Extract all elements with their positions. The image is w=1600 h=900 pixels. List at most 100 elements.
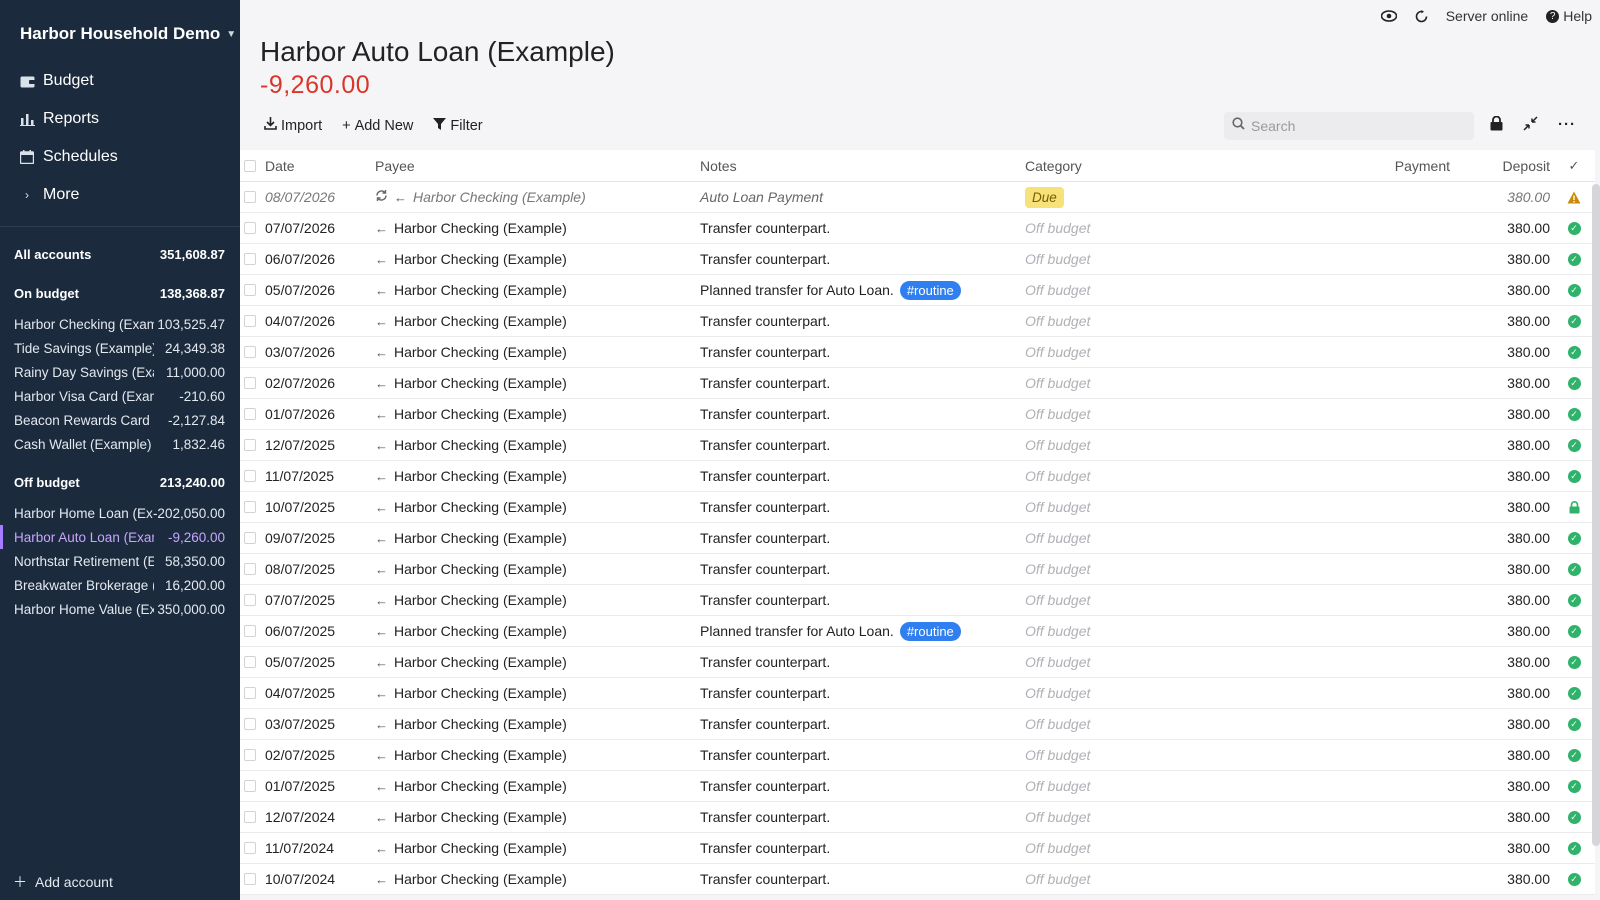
- notes-cell[interactable]: Transfer counterpart.: [700, 313, 830, 329]
- lock-icon[interactable]: [1490, 115, 1503, 135]
- category-cell[interactable]: Off budget: [1025, 282, 1090, 298]
- help-button[interactable]: ? Help: [1546, 8, 1592, 24]
- category-cell[interactable]: Off budget: [1025, 530, 1090, 546]
- date-cell[interactable]: 03/07/2025: [265, 716, 335, 732]
- date-cell[interactable]: 04/07/2025: [265, 685, 335, 701]
- filter-button[interactable]: Filter: [433, 117, 483, 134]
- date-cell[interactable]: 02/07/2026: [265, 375, 335, 391]
- deposit-cell[interactable]: 380.00: [1507, 840, 1550, 856]
- row-checkbox[interactable]: [244, 408, 256, 420]
- category-cell[interactable]: Off budget: [1025, 344, 1090, 360]
- category-cell[interactable]: Off budget: [1025, 685, 1090, 701]
- row-checkbox[interactable]: [244, 687, 256, 699]
- table-scrollbar[interactable]: [1592, 184, 1600, 846]
- date-cell[interactable]: 05/07/2025: [265, 654, 335, 670]
- notes-cell[interactable]: Transfer counterpart.: [700, 530, 830, 546]
- deposit-cell[interactable]: 380.00: [1507, 592, 1550, 608]
- category-cell[interactable]: Off budget: [1025, 592, 1090, 608]
- date-cell[interactable]: 07/07/2026: [265, 220, 335, 236]
- collapse-icon[interactable]: [1523, 116, 1538, 135]
- payee-cell[interactable]: ← Harbor Checking (Example): [375, 220, 567, 236]
- deposit-cell[interactable]: 380.00: [1507, 623, 1550, 639]
- notes-cell[interactable]: Transfer counterpart.: [700, 871, 830, 887]
- nav-item-reports[interactable]: Reports: [0, 100, 240, 138]
- cleared-check-icon[interactable]: ✓: [1567, 531, 1581, 545]
- notes-cell[interactable]: Planned transfer for Auto Loan. #routine: [700, 280, 961, 300]
- notes-cell[interactable]: Transfer counterpart.: [700, 220, 830, 236]
- category-cell[interactable]: Off budget: [1025, 251, 1090, 267]
- notes-cell[interactable]: Transfer counterpart.: [700, 809, 830, 825]
- notes-cell[interactable]: Transfer counterpart.: [700, 406, 830, 422]
- table-row[interactable]: 07/07/2026 ← Harbor Checking (Example) Tran…: [240, 213, 1595, 244]
- payee-cell[interactable]: ← Harbor Checking (Example): [375, 778, 567, 794]
- deposit-cell[interactable]: 380.00: [1507, 685, 1550, 701]
- deposit-cell[interactable]: 380.00: [1507, 778, 1550, 794]
- reconciled-lock-icon[interactable]: [1567, 500, 1581, 514]
- row-checkbox[interactable]: [244, 532, 256, 544]
- payee-cell[interactable]: ← Harbor Checking (Example): [375, 530, 567, 546]
- notes-cell[interactable]: Transfer counterpart.: [700, 251, 830, 267]
- table-row[interactable]: 06/07/2025 ← Harbor Checking (Example) Plan…: [240, 616, 1595, 647]
- cleared-check-icon[interactable]: ✓: [1567, 810, 1581, 824]
- deposit-cell[interactable]: 380.00: [1507, 375, 1550, 391]
- cleared-check-icon[interactable]: ✓: [1567, 469, 1581, 483]
- payee-cell[interactable]: ← Harbor Checking (Example): [375, 251, 567, 267]
- row-checkbox[interactable]: [244, 191, 256, 203]
- row-checkbox[interactable]: [244, 346, 256, 358]
- category-cell[interactable]: Off budget: [1025, 654, 1090, 670]
- payee-cell[interactable]: ← Harbor Checking (Example): [375, 189, 586, 205]
- table-row[interactable]: 11/07/2025 ← Harbor Checking (Example) Tran…: [240, 461, 1595, 492]
- category-cell[interactable]: Off budget: [1025, 747, 1090, 763]
- row-checkbox[interactable]: [244, 718, 256, 730]
- cleared-check-icon[interactable]: ✓: [1567, 624, 1581, 638]
- deposit-cell[interactable]: 380.00: [1507, 561, 1550, 577]
- category-cell[interactable]: Due: [1025, 187, 1064, 208]
- notes-cell[interactable]: Transfer counterpart.: [700, 468, 830, 484]
- eye-icon[interactable]: [1380, 10, 1397, 22]
- sidebar-account[interactable]: Rainy Day Savings (Example) 11,000.00: [0, 360, 240, 384]
- date-cell[interactable]: 12/07/2024: [265, 809, 335, 825]
- table-row[interactable]: 03/07/2026 ← Harbor Checking (Example) Tran…: [240, 337, 1595, 368]
- notes-cell[interactable]: Planned transfer for Auto Loan. #routine: [700, 621, 961, 641]
- row-checkbox[interactable]: [244, 315, 256, 327]
- payee-cell[interactable]: ← Harbor Checking (Example): [375, 840, 567, 856]
- date-cell[interactable]: 09/07/2025: [265, 530, 335, 546]
- payee-cell[interactable]: ← Harbor Checking (Example): [375, 623, 567, 639]
- select-all-checkbox[interactable]: [244, 159, 256, 172]
- deposit-cell[interactable]: 380.00: [1507, 313, 1550, 329]
- payee-cell[interactable]: ← Harbor Checking (Example): [375, 499, 567, 515]
- on-budget-header[interactable]: On budget 138,368.87: [0, 282, 240, 304]
- sidebar-account[interactable]: Beacon Rewards Card (Example) -2,127.84: [0, 408, 240, 432]
- deposit-cell[interactable]: 380.00: [1507, 468, 1550, 484]
- notes-cell[interactable]: Transfer counterpart.: [700, 561, 830, 577]
- cleared-check-icon[interactable]: ✓: [1567, 841, 1581, 855]
- sidebar-account[interactable]: Harbor Home Value (Example)350,000.00: [0, 597, 240, 621]
- payee-cell[interactable]: ← Harbor Checking (Example): [375, 809, 567, 825]
- deposit-cell[interactable]: 380.00: [1507, 282, 1550, 298]
- payee-cell[interactable]: ← Harbor Checking (Example): [375, 561, 567, 577]
- cleared-header-icon[interactable]: ✓: [1567, 158, 1581, 173]
- date-cell[interactable]: 03/07/2026: [265, 344, 335, 360]
- col-notes[interactable]: Notes: [700, 158, 737, 174]
- cleared-check-icon[interactable]: ✓: [1567, 748, 1581, 762]
- deposit-cell[interactable]: 380.00: [1507, 809, 1550, 825]
- notes-cell[interactable]: Transfer counterpart.: [700, 716, 830, 732]
- cleared-check-icon[interactable]: ✓: [1567, 655, 1581, 669]
- payee-cell[interactable]: ← Harbor Checking (Example): [375, 313, 567, 329]
- payee-cell[interactable]: ← Harbor Checking (Example): [375, 747, 567, 763]
- col-payment[interactable]: Payment: [1395, 158, 1450, 174]
- category-cell[interactable]: Off budget: [1025, 499, 1090, 515]
- add-account-button[interactable]: ＋ Add account: [13, 872, 113, 892]
- cleared-check-icon[interactable]: ✓: [1567, 407, 1581, 421]
- payee-cell[interactable]: ← Harbor Checking (Example): [375, 406, 567, 422]
- notes-cell[interactable]: Transfer counterpart.: [700, 654, 830, 670]
- sidebar-account[interactable]: Northstar Retirement (Example) 58,350.00: [0, 549, 240, 573]
- cleared-check-icon[interactable]: ✓: [1567, 593, 1581, 607]
- search-input[interactable]: [1251, 118, 1461, 134]
- payee-cell[interactable]: ← Harbor Checking (Example): [375, 716, 567, 732]
- notes-tag[interactable]: #routine: [899, 280, 961, 300]
- category-cell[interactable]: Off budget: [1025, 561, 1090, 577]
- table-row[interactable]: 01/07/2025 ← Harbor Checking (Example) Tran…: [240, 771, 1595, 802]
- col-deposit[interactable]: Deposit: [1503, 158, 1550, 174]
- category-cell[interactable]: Off budget: [1025, 778, 1090, 794]
